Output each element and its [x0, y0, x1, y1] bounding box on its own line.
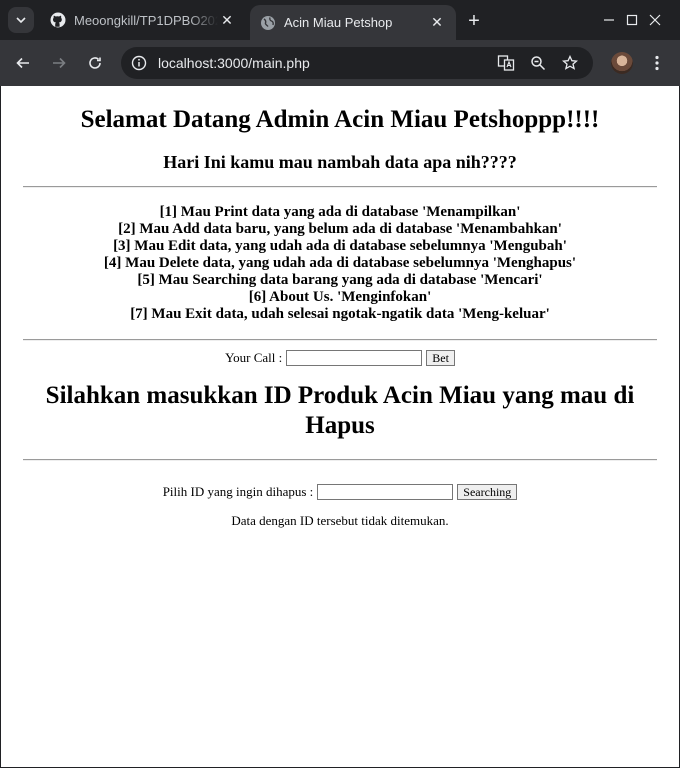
toolbar: localhost:3000/main.php — [0, 40, 680, 86]
call-input[interactable] — [286, 350, 423, 366]
avatar[interactable] — [611, 52, 633, 74]
page-title: Selamat Datang Admin Acin Miau Petshoppp… — [80, 106, 600, 133]
delete-id-label: Pilih ID yang ingin dihapus : — [162, 484, 314, 499]
address-bar[interactable]: localhost:3000/main.php — [121, 47, 593, 79]
menu-item: [4] Mau Delete data, yang udah ada di da… — [103, 255, 577, 271]
tab-bar: Meoongkill/TP1DPBO2025 ✕ Acin Miau Petsh… — [0, 0, 680, 40]
tab-title: Meoongkill/TP1DPBO2025 — [74, 12, 218, 28]
url-text[interactable]: localhost:3000/main.php — [158, 47, 310, 79]
status-message: Data dengan ID tersebut tidak ditemukan. — [231, 513, 449, 528]
zoom-out-icon[interactable] — [528, 53, 548, 73]
reload-icon[interactable] — [81, 49, 109, 77]
divider — [23, 339, 657, 341]
maximize-icon[interactable] — [609, 0, 655, 40]
translate-icon[interactable] — [496, 53, 516, 73]
tab-search-button[interactable] — [8, 7, 34, 33]
menu-item: [5] Mau Searching data barang yang ada d… — [137, 272, 543, 288]
forward-arrow-icon[interactable] — [45, 49, 73, 77]
more-vert-icon[interactable] — [645, 51, 669, 75]
tab-github[interactable]: Meoongkill/TP1DPBO2025 ✕ — [40, 0, 246, 40]
info-icon[interactable] — [129, 53, 149, 73]
page-subtitle: Hari Ini kamu mau nambah data apa nih???… — [163, 152, 517, 172]
menu-item: [6] About Us. 'Menginfokan' — [248, 289, 432, 305]
page-viewport: Selamat Datang Admin Acin Miau Petshoppp… — [1, 86, 679, 767]
delete-heading: Silahkan masukkan ID Produk Acin Miau ya… — [45, 382, 635, 439]
github-icon — [50, 12, 66, 28]
call-label: Your Call : — [225, 350, 283, 365]
menu-item: [1] Mau Print data yang ada di database … — [159, 204, 521, 220]
new-tab-plus-icon[interactable]: + — [462, 9, 486, 33]
chevron-down-icon — [16, 17, 26, 24]
close-icon[interactable]: ✕ — [218, 11, 236, 29]
menu-item: [3] Mau Edit data, yang udah ada di data… — [113, 238, 567, 254]
menu-item: [2] Mau Add data baru, yang belum ada di… — [118, 221, 562, 237]
star-icon[interactable] — [560, 53, 580, 73]
tab-title: Acin Miau Petshop — [284, 15, 393, 30]
globe-icon — [260, 15, 276, 31]
back-arrow-icon[interactable] — [9, 49, 37, 77]
divider — [23, 459, 657, 461]
tab-petshop[interactable]: Acin Miau Petshop ✕ — [250, 5, 456, 40]
browser-chrome: Meoongkill/TP1DPBO2025 ✕ Acin Miau Petsh… — [0, 0, 680, 86]
menu-item: [7] Mau Exit data, udah selesai ngotak-n… — [130, 306, 550, 322]
delete-form: Pilih ID yang ingin dihapus : Searching — [23, 483, 657, 501]
searching-button[interactable]: Searching — [457, 484, 518, 500]
menu-list: [1] Mau Print data yang ada di database … — [23, 188, 657, 339]
close-icon[interactable]: ✕ — [428, 14, 446, 32]
bet-button[interactable]: Bet — [426, 350, 455, 366]
call-form: Your Call : Bet — [23, 348, 657, 368]
delete-id-input[interactable] — [317, 484, 454, 500]
page-content: Selamat Datang Admin Acin Miau Petshoppp… — [23, 86, 657, 529]
